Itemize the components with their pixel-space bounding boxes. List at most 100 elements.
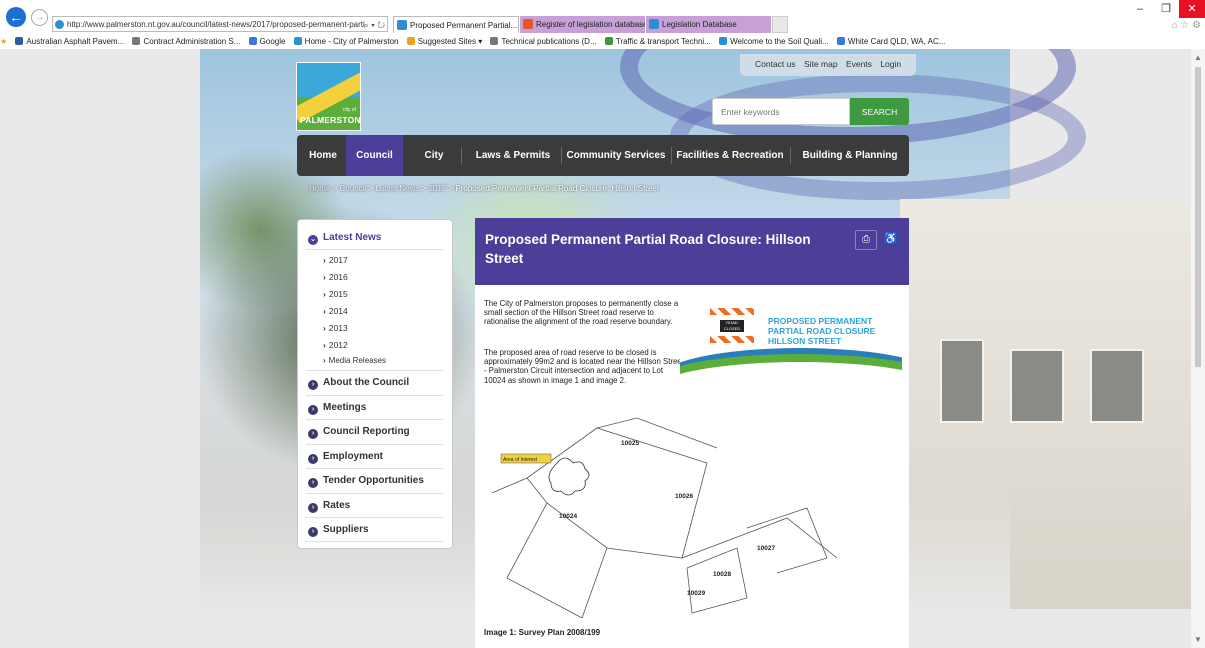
divider (306, 249, 444, 250)
forward-button[interactable]: → (31, 9, 48, 26)
site-map-link[interactable]: Site map (804, 59, 838, 69)
accessibility-icon[interactable]: ♿ (883, 230, 899, 248)
restore-button[interactable]: ❐ (1153, 0, 1179, 18)
tab-label: Legislation Database (662, 20, 737, 29)
favorite-icon (490, 37, 499, 45)
nav-council[interactable]: Council (346, 135, 403, 176)
scroll-up-arrow-icon[interactable]: ▲ (1194, 53, 1202, 62)
print-icon[interactable]: ⎙ (855, 230, 877, 250)
breadcrumb-separator: > (332, 184, 338, 193)
image-caption: Image 1: Survey Plan 2008/199 (484, 628, 601, 637)
favorite-link[interactable]: Welcome to the Soil Quali... (719, 34, 829, 49)
favorite-link[interactable]: White Card QLD, WA, AC... (836, 34, 945, 49)
banner-text: PROPOSED PERMANENT PARTIAL ROAD CLOSURE … (768, 316, 876, 346)
sidebar-subitem-2012[interactable]: 2012 (323, 340, 348, 350)
favorites-star-icon[interactable]: ★ (0, 34, 7, 49)
nav-city[interactable]: City (409, 135, 459, 176)
breadcrumb-2017[interactable]: 2017 (428, 184, 446, 193)
events-link[interactable]: Events (846, 59, 872, 69)
sign-bar (710, 336, 754, 343)
article-content: Proposed Permanent Partial Road Closure:… (475, 218, 909, 648)
breadcrumb-home[interactable]: Home (309, 184, 330, 193)
tab-proposed-permanent-partial[interactable]: Proposed Permanent Partial... × (393, 16, 519, 33)
vertical-scrollbar[interactable]: ▲ ▼ (1191, 49, 1205, 648)
browser-chrome: ← → http://www.palmerston.nt.gov.au/coun… (0, 0, 1205, 49)
favorite-link[interactable]: Australian Asphalt Pavem... (15, 34, 124, 49)
sidebar-subitem-2017[interactable]: 2017 (323, 255, 348, 265)
sidebar-item-suppliers[interactable]: › Suppliers (308, 524, 369, 537)
favorite-link[interactable]: Google (248, 34, 285, 49)
nav-home[interactable]: Home (302, 135, 344, 176)
new-tab-button[interactable] (772, 16, 788, 33)
contact-us-link[interactable]: Contact us (755, 59, 796, 69)
sidebar-item-label: Tender Opportunities (323, 475, 424, 486)
tab-register-of-legislation[interactable]: Register of legislation database... (520, 16, 645, 33)
ie-page-icon (649, 19, 659, 29)
plan-label: Area of Interest (503, 457, 538, 463)
tab-label: Register of legislation database... (536, 20, 645, 29)
nav-building-planning[interactable]: Building & Planning (794, 135, 906, 176)
sidebar-item-council-reporting[interactable]: › Council Reporting (308, 426, 410, 439)
favorite-icon (604, 37, 613, 45)
building-window (940, 339, 984, 423)
close-button[interactable]: ✕ (1179, 0, 1205, 18)
plan-lot: 10025 (621, 440, 639, 447)
sidebar-item-meetings[interactable]: › Meetings (308, 402, 366, 415)
favorite-link[interactable]: Traffic & transport Techni... (604, 34, 711, 49)
favorite-link[interactable]: Home - City of Palmerston (293, 34, 398, 49)
nav-facilities-recreation[interactable]: Facilities & Recreation (674, 135, 786, 176)
sidebar-item-label: About the Council (323, 377, 410, 388)
logo-text-city-of: city of (342, 107, 356, 113)
breadcrumb-separator: > (421, 184, 427, 193)
scroll-down-arrow-icon[interactable]: ▼ (1194, 635, 1202, 644)
sidebar-item-about-the-council[interactable]: › About the Council (308, 377, 409, 390)
nav-laws-permits[interactable]: Laws & Permits (467, 135, 559, 176)
breadcrumb-latest-news[interactable]: Latest News (375, 184, 419, 193)
address-controls[interactable]: ⌕ ▾ ↻ (364, 17, 385, 31)
article-header: Proposed Permanent Partial Road Closure:… (475, 218, 909, 285)
site-icon (55, 20, 64, 29)
back-button[interactable]: ← (6, 7, 26, 27)
nav-community-services[interactable]: Community Services (563, 135, 669, 176)
sidebar-item-rates[interactable]: › Rates (308, 500, 350, 513)
chevron-right-icon: › (308, 527, 318, 537)
breadcrumb-current: Proposed Permanent Partial Road Closure:… (455, 184, 660, 193)
login-link[interactable]: Login (880, 59, 901, 69)
plan-lot: 10027 (757, 545, 775, 552)
sidebar-item-label: Council Reporting (323, 426, 410, 437)
minimize-button[interactable]: – (1127, 0, 1153, 18)
nav-separator (561, 147, 562, 164)
road-closed-sign-icon: ROAD CLOSED (710, 306, 754, 350)
favorite-label: Australian Asphalt Pavem... (26, 37, 125, 46)
sidebar-subitem-2016[interactable]: 2016 (323, 272, 348, 282)
sidebar-subitem-2015[interactable]: 2015 (323, 289, 348, 299)
favorite-link[interactable]: Technical publications (D... (490, 34, 597, 49)
survey-plan-image: Area of Interest 10025 10026 10024 10027… (491, 417, 837, 619)
nav-separator (671, 147, 672, 164)
toolbar-icons[interactable]: ⌂ ☆ ⚙ (1171, 20, 1201, 31)
nav-separator (461, 147, 462, 164)
scrollbar-thumb[interactable] (1195, 67, 1201, 367)
favorite-label: Contract Administration S... (143, 37, 241, 46)
favorite-icon (719, 37, 728, 45)
divider (306, 541, 444, 542)
breadcrumb-council[interactable]: Council (339, 184, 366, 193)
article-paragraph-2: The proposed area of road reserve to be … (484, 348, 684, 385)
city-of-palmerston-logo[interactable]: city of PALMERSTON (296, 62, 361, 131)
sidebar-item-employment[interactable]: › Employment (308, 451, 383, 464)
favorite-label: Welcome to the Soil Quali... (730, 37, 829, 46)
search-input[interactable] (712, 98, 850, 125)
sidebar-subitem-media-releases[interactable]: Media Releases (323, 356, 386, 365)
sidebar-subitem-2013[interactable]: 2013 (323, 323, 348, 333)
plan-lot: 10028 (713, 571, 731, 578)
address-bar[interactable]: http://www.palmerston.nt.gov.au/council/… (52, 16, 388, 32)
sidebar-item-latest-news[interactable]: ⌄ Latest News (308, 232, 381, 245)
search-button[interactable]: SEARCH (850, 98, 909, 125)
sidebar-item-tender-opportunities[interactable]: › Tender Opportunities (308, 475, 424, 488)
favorite-link[interactable]: Contract Administration S... (132, 34, 240, 49)
tab-legislation-database[interactable]: Legislation Database (646, 16, 771, 33)
plan-lot: 10029 (687, 590, 705, 597)
favorite-link[interactable]: Suggested Sites ▾ (406, 34, 482, 49)
sidebar-item-label: Employment (323, 451, 384, 462)
sidebar-subitem-2014[interactable]: 2014 (323, 306, 348, 316)
